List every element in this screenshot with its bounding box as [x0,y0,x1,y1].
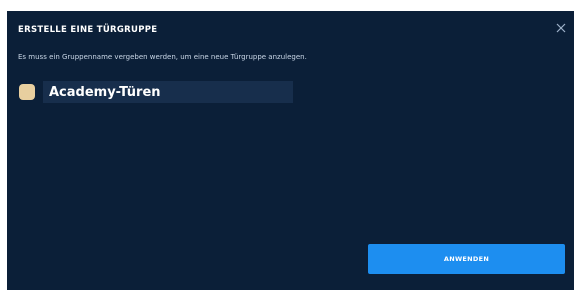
group-row [19,81,293,103]
dialog-description: Es muss ein Gruppenname vergeben werden,… [18,53,307,61]
group-name-input[interactable] [43,81,293,103]
close-icon [556,23,566,33]
close-button[interactable] [554,21,568,35]
group-color-swatch[interactable] [19,84,35,100]
dialog-title: ERSTELLE EINE TÜRGRUPPE [18,25,158,35]
apply-button[interactable]: ANWENDEN [368,244,565,274]
create-door-group-dialog: ERSTELLE EINE TÜRGRUPPE Es muss ein Grup… [7,11,574,290]
